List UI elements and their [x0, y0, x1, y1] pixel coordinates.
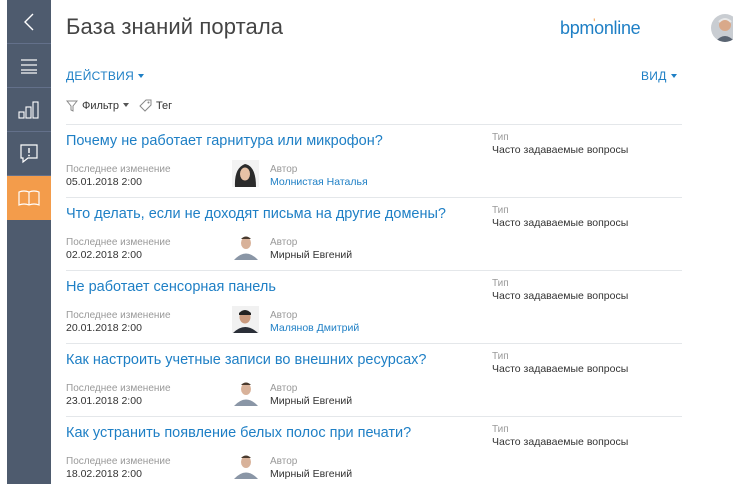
type-value: Часто задаваемые вопросы: [492, 363, 629, 375]
sidebar-item-knowledge-base[interactable]: [7, 176, 51, 220]
actions-label: ДЕЙСТВИЯ: [66, 69, 135, 83]
filter-bar: Фильтр Тег: [66, 99, 172, 112]
author-link[interactable]: Молнистая Наталья: [270, 176, 368, 189]
logo-mark-icon: ': [593, 16, 596, 30]
author-label: Автор: [270, 164, 298, 175]
author-photo: [232, 379, 259, 406]
author-field: Автор Мирный Евгений: [270, 383, 352, 408]
author-label: Автор: [270, 310, 298, 321]
filter-button[interactable]: Фильтр: [66, 100, 129, 112]
filter-icon: [66, 100, 78, 112]
feed-icon: [20, 143, 38, 163]
type-label: Тип: [492, 351, 509, 362]
author-name: Мирный Евгений: [270, 395, 353, 407]
chevron-down-icon: [138, 73, 145, 78]
author-label: Автор: [270, 237, 298, 248]
back-arrow-icon: [24, 13, 34, 30]
article-title-link[interactable]: Как настроить учетные записи во внешних …: [66, 352, 426, 368]
author-photo: [232, 233, 259, 260]
article-title-link[interactable]: Как устранить появление белых полос при …: [66, 425, 411, 441]
logo-text-online: online: [594, 18, 641, 38]
last-modified-value: 20.01.2018 2:00: [66, 322, 142, 334]
actions-button[interactable]: ДЕЙСТВИЯ: [66, 69, 145, 83]
author-name: Мирный Евгений: [270, 249, 353, 261]
type-field: Тип Часто задаваемые вопросы: [492, 351, 628, 376]
author-field: Автор Молнистая Наталья: [270, 164, 368, 189]
last-modified-value: 18.02.2018 2:00: [66, 468, 142, 480]
sidebar-back-button[interactable]: [7, 0, 51, 44]
last-modified-field: Последнее изменение 05.01.2018 2:00: [66, 164, 171, 189]
filter-label: Фильтр: [82, 99, 119, 112]
tag-label: Тег: [155, 99, 173, 112]
type-label: Тип: [492, 205, 509, 216]
last-modified-label: Последнее изменение: [66, 237, 171, 248]
type-label: Тип: [492, 132, 509, 143]
view-button[interactable]: ВИД: [641, 69, 677, 83]
bpmonline-logo: bpm'online: [560, 16, 641, 39]
last-modified-label: Последнее изменение: [66, 310, 171, 321]
author-label: Автор: [270, 383, 298, 394]
article-title-link[interactable]: Почему не работает гарнитура или микрофо…: [66, 133, 383, 149]
user-avatar[interactable]: [711, 14, 733, 42]
last-modified-value: 23.01.2018 2:00: [66, 395, 142, 407]
list-item[interactable]: Как настроить учетные записи во внешних …: [66, 343, 682, 416]
author-photo: [232, 306, 259, 333]
author-link[interactable]: Малянов Дмитрий: [270, 322, 359, 335]
last-modified-field: Последнее изменение 20.01.2018 2:00: [66, 310, 171, 335]
type-label: Тип: [492, 424, 509, 435]
type-field: Тип Часто задаваемые вопросы: [492, 205, 628, 230]
author-field: Автор Мирный Евгений: [270, 456, 352, 481]
tag-icon: [139, 99, 152, 112]
type-value: Часто задаваемые вопросы: [492, 290, 629, 302]
list-item[interactable]: Не работает сенсорная панель Последнее и…: [66, 270, 682, 343]
last-modified-value: 02.02.2018 2:00: [66, 249, 142, 261]
author-field: Автор Малянов Дмитрий: [270, 310, 359, 335]
last-modified-label: Последнее изменение: [66, 383, 171, 394]
menu-icon: [21, 58, 37, 74]
knowledge-base-list: Почему не работает гарнитура или микрофо…: [66, 124, 682, 484]
type-field: Тип Часто задаваемые вопросы: [492, 424, 628, 449]
page-title: База знаний портала: [66, 14, 284, 39]
type-field: Тип Часто задаваемые вопросы: [492, 132, 628, 157]
logo-text-bpm: bpm: [560, 18, 595, 38]
last-modified-value: 05.01.2018 2:00: [66, 176, 142, 188]
author-field: Автор Мирный Евгений: [270, 237, 352, 262]
list-item[interactable]: Как устранить появление белых полос при …: [66, 416, 682, 484]
last-modified-field: Последнее изменение 02.02.2018 2:00: [66, 237, 171, 262]
type-label: Тип: [492, 278, 509, 289]
chevron-down-icon: [122, 102, 129, 107]
author-label: Автор: [270, 456, 298, 467]
type-field: Тип Часто задаваемые вопросы: [492, 278, 628, 303]
knowledge-base-icon: [18, 189, 40, 206]
last-modified-label: Последнее изменение: [66, 456, 171, 467]
last-modified-label: Последнее изменение: [66, 164, 171, 175]
sidebar-item-feed[interactable]: [7, 132, 51, 176]
list-item[interactable]: Что делать, если не доходят письма на др…: [66, 197, 682, 270]
type-value: Часто задаваемые вопросы: [492, 144, 629, 156]
list-item[interactable]: Почему не работает гарнитура или микрофо…: [66, 124, 682, 197]
last-modified-field: Последнее изменение 18.02.2018 2:00: [66, 456, 171, 481]
view-label: ВИД: [641, 69, 667, 83]
tag-button[interactable]: Тег: [139, 99, 172, 112]
chevron-down-icon: [670, 73, 677, 78]
dashboard-icon: [18, 100, 39, 119]
author-photo: [232, 160, 259, 187]
author-name: Мирный Евгений: [270, 468, 353, 480]
type-value: Часто задаваемые вопросы: [492, 217, 629, 229]
sidebar-item-dashboards[interactable]: [7, 88, 51, 132]
last-modified-field: Последнее изменение 23.01.2018 2:00: [66, 383, 171, 408]
sidebar-menu-button[interactable]: [7, 44, 51, 88]
author-photo: [232, 452, 259, 479]
type-value: Часто задаваемые вопросы: [492, 436, 629, 448]
article-title-link[interactable]: Что делать, если не доходят письма на др…: [66, 206, 446, 222]
left-sidebar: [7, 0, 51, 484]
article-title-link[interactable]: Не работает сенсорная панель: [66, 279, 276, 295]
